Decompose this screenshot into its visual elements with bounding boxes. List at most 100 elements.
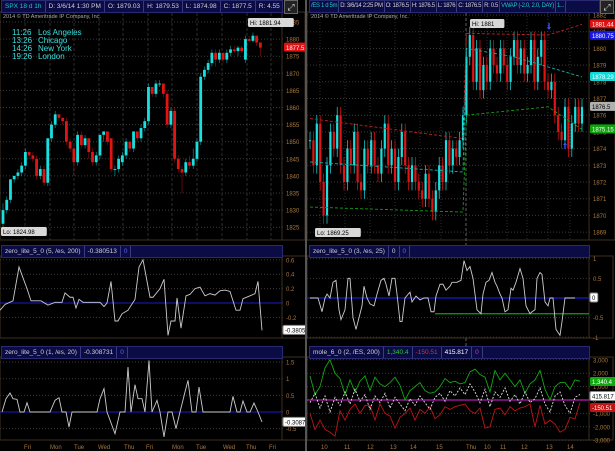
time-axis-label: 10 [321,445,328,451]
left-zoom-icon[interactable]: ⤢ [284,0,298,14]
charts-canvas[interactable]: 1885188018751870186518601855185018451840… [0,0,615,451]
candle [312,140,315,166]
candle [244,39,247,60]
candle [546,81,550,91]
time-axis-label: 15 [436,445,443,451]
study-value-red: -150.51 [413,347,442,358]
candle [91,151,94,163]
study-extra: 0 [121,246,132,257]
study-title[interactable]: zero_lite_5_0 (3, /es, 25) [310,246,389,257]
more-studies[interactable]: 1... [556,1,566,12]
study-extra: 0 [117,347,128,358]
candle [410,165,414,182]
clock-time: 19:26 [12,52,33,61]
study-title[interactable]: mole_6_0 (2, /ES, 200) [310,347,384,358]
axis-tick-label: 1865 [286,89,300,95]
candle [346,148,349,182]
study-extra: 0 [400,246,411,257]
candle [359,182,363,191]
time-axis-label: 10 [484,445,491,451]
last-price-label: 1877.5 [286,46,305,52]
study-title[interactable]: zero_lite_5_0 (1, /es, 20) [2,347,81,358]
time-axis-label: Wed [223,445,235,451]
axis-tick-label: 1835 [286,192,300,198]
candle [353,131,356,166]
right-bottom-panel-plot [306,356,590,441]
study-title[interactable]: zero_lite_5_0 (5, /es, 200) [2,246,85,257]
candle [550,81,553,91]
candle [20,165,24,173]
right-symbol[interactable]: /ES 1 d 5m [310,1,340,12]
candle [472,35,475,82]
axis-tick-label: -0.5 [593,316,604,322]
candle [221,52,225,60]
candle [251,35,255,41]
axis-tick-label: 1879 [593,64,607,70]
candle [23,151,27,166]
candle [424,173,427,199]
candle [489,48,492,82]
candle [373,140,376,166]
candle [393,148,397,182]
candle [135,131,139,139]
right-chart-header: /ES 1 d 5m D: 3/6/14 2:25 PM O: 1876.5 H… [309,0,600,13]
left-bottom-panel-header: zero_lite_5_0 (1, /es, 20) -0.308731 0 [1,346,283,359]
candle [109,138,113,170]
study-value: 0 [389,246,400,257]
candle [240,47,244,52]
right-price-plot [306,11,590,241]
candle [390,148,393,166]
price-label: 1878.29 [592,75,614,81]
study-value-white: 415.817 [442,347,473,358]
candle [255,35,259,43]
time-axis-label: Mon [50,445,62,451]
axis-tick-label: 1850 [286,140,300,146]
axis-tick-label: 0.5 [286,394,295,400]
candle [180,169,184,173]
low-label: Lo: 1824.98 [3,230,35,236]
candle [492,48,495,66]
time-axis-label: 12 [367,445,374,451]
candle [356,131,359,182]
candle [509,56,512,82]
right-low: L: 1876 [437,1,458,12]
left-symbol[interactable]: SPX 18 d 1h [2,1,46,12]
axis-tick-label: 1830 [286,209,300,215]
candle [113,169,117,171]
time-axis-label: Mon [172,445,184,451]
vwap-study-label[interactable]: VWAP (-2.0, 2.0, DAY) [500,1,556,12]
candle [567,106,570,149]
candle [210,52,214,64]
candle [308,140,312,142]
time-axis-label: Fri [269,445,276,451]
candle [150,86,154,94]
clock-city: London [38,52,65,61]
candle [1,210,5,224]
candle [370,140,373,166]
value-label-white: 415.817 [592,395,614,401]
candle [499,48,502,74]
axis-tick-label: 1873 [593,164,607,170]
candle [329,131,332,166]
candle [502,48,505,66]
value-label-green: 1,340.4 [592,380,613,386]
candle [421,190,424,199]
candle [173,110,176,159]
candle [206,63,210,70]
time-axis-label: 14 [567,445,574,451]
axis-tick-label: 0.4 [286,273,295,279]
price-label: 1881.44 [592,23,614,29]
axis-tick-label: 2,000 [593,372,609,378]
candle [31,155,35,159]
time-axis-label: 14 [410,445,417,451]
candle [229,49,232,53]
right-zoom-icon[interactable]: ⤢ [600,0,614,14]
candle [475,48,478,82]
time-axis-label: Thu [124,445,134,451]
time-axis-label: 11 [500,445,507,451]
candle [533,40,536,82]
candle [38,169,42,176]
candle [512,40,516,57]
candle [468,35,471,57]
value-label-red: -150.51 [592,406,613,412]
